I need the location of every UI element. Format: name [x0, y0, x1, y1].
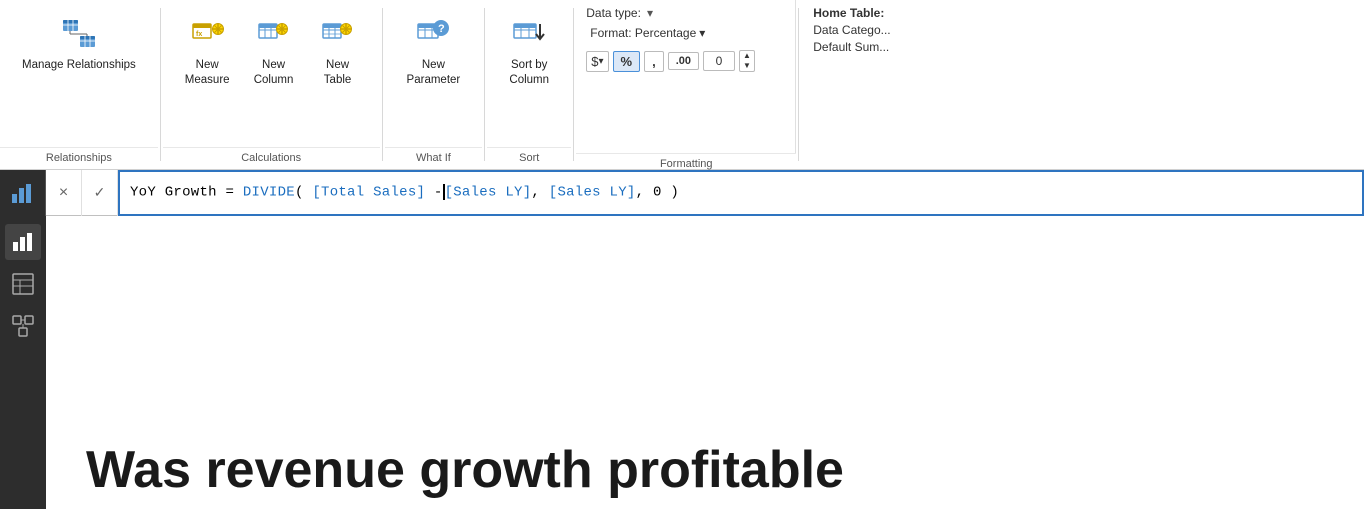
sep5: [798, 8, 799, 161]
formula-function-name: DIVIDE: [243, 185, 295, 201]
sort-by-column-label: Sort byColumn: [509, 58, 549, 88]
main-content: Was revenue growth profitable: [46, 216, 1364, 509]
new-column-button[interactable]: NewColumn: [244, 8, 304, 94]
currency-symbol: $: [591, 54, 598, 69]
formula-minus: -: [425, 185, 442, 201]
manage-relationships-button[interactable]: Manage Relationships: [12, 8, 146, 79]
sep2: [382, 8, 383, 161]
default-sum-label: Default Sum...: [813, 40, 889, 54]
relationships-section: Manage Relationships Relationships: [0, 0, 158, 170]
new-table-label: NewTable: [324, 58, 352, 88]
home-table-section: Home Table: Data Catego... Default Sum..…: [801, 0, 902, 170]
formula-sales-ly-2: [Sales LY]: [549, 185, 636, 201]
sort-by-column-icon: [509, 14, 549, 54]
new-measure-label: NewMeasure: [185, 58, 230, 88]
calculations-section-label: Calculations: [163, 147, 380, 170]
spinner-down[interactable]: ▼: [740, 61, 754, 71]
new-parameter-button[interactable]: ? NewParameter: [397, 8, 471, 94]
sep3: [484, 8, 485, 161]
format-row: Format: Percentage ▾: [586, 24, 785, 42]
formula-bar: × ✓ YoY Growth = DIVIDE( [Total Sales] -…: [0, 170, 1364, 216]
decimal-places-input[interactable]: [703, 51, 735, 71]
percent-button[interactable]: %: [613, 51, 641, 72]
formula-text: YoY Growth = DIVIDE( [Total Sales] -[Sal…: [130, 184, 679, 201]
relationships-section-label: Relationships: [0, 147, 158, 170]
new-measure-icon: fx: [187, 14, 227, 54]
default-sum-row: Default Sum...: [813, 40, 890, 54]
new-column-icon: [254, 14, 294, 54]
left-sidebar: [0, 216, 46, 509]
formula-bar-chart-icon: [0, 170, 46, 216]
formula-comma1: ,: [531, 185, 548, 201]
formula-input[interactable]: YoY Growth = DIVIDE( [Total Sales] -[Sal…: [118, 170, 1364, 216]
formula-confirm-icon: ✓: [94, 184, 106, 201]
data-category-label: Data Catego...: [813, 23, 890, 37]
sep1: [160, 8, 161, 161]
new-parameter-label: NewParameter: [407, 58, 461, 88]
format-buttons-row: $ ▾ % , .00 ▲ ▼: [586, 50, 785, 72]
what-if-section: ? NewParameter What If: [385, 0, 483, 170]
model-view-button[interactable]: [5, 308, 41, 344]
manage-relationships-icon: [59, 14, 99, 54]
format-dropdown-arrow: ▾: [699, 26, 705, 40]
formula-cancel-icon: ×: [59, 184, 68, 202]
main-heading: Was revenue growth profitable: [86, 442, 844, 499]
spinner-up[interactable]: ▲: [740, 51, 754, 61]
sort-section: Sort byColumn Sort: [487, 0, 571, 170]
new-table-button[interactable]: NewTable: [308, 8, 368, 94]
report-view-button[interactable]: [5, 224, 41, 260]
svg-text:fx: fx: [196, 31, 202, 38]
formula-paren-open: (: [295, 185, 312, 201]
new-column-label: NewColumn: [254, 58, 294, 88]
new-measure-button[interactable]: fx NewMeasure: [175, 8, 240, 94]
formula-sales-ly-1: [Sales LY]: [445, 185, 532, 201]
formula-measure-name: YoY Growth =: [130, 185, 243, 201]
decimal-spinner[interactable]: ▲ ▼: [739, 50, 755, 72]
currency-button[interactable]: $ ▾: [586, 51, 608, 72]
home-table-row: Home Table:: [813, 6, 890, 20]
new-parameter-icon: ?: [413, 14, 453, 54]
formatting-section-label: Formatting: [576, 153, 796, 170]
formula-cancel-button[interactable]: ×: [46, 170, 82, 216]
formula-total-sales: [Total Sales]: [312, 185, 425, 201]
manage-relationships-label: Manage Relationships: [22, 58, 136, 73]
data-type-arrow[interactable]: ▾: [647, 6, 653, 20]
model-icon: [12, 315, 34, 337]
svg-text:?: ?: [438, 23, 445, 35]
format-label: Format: Percentage: [590, 26, 696, 40]
formula-end: , 0 ): [636, 185, 679, 201]
data-category-row: Data Catego...: [813, 23, 890, 37]
data-type-row: Data type: ▾: [586, 6, 785, 20]
new-table-icon: [318, 14, 358, 54]
comma-button[interactable]: ,: [644, 51, 664, 72]
ribbon: Manage Relationships Relationships fx: [0, 0, 1364, 170]
table-view-button[interactable]: [5, 266, 41, 302]
sort-by-column-button[interactable]: Sort byColumn: [499, 8, 559, 94]
data-type-label: Data type:: [586, 6, 641, 20]
sort-section-label: Sort: [487, 147, 571, 170]
bar-chart-icon: [12, 231, 34, 253]
table-icon: [12, 273, 34, 295]
currency-arrow: ▾: [598, 56, 603, 67]
formatting-section: Data type: ▾ Format: Percentage ▾ $ ▾ %: [576, 0, 796, 170]
format-dropdown[interactable]: Format: Percentage ▾: [586, 24, 709, 42]
sep4: [573, 8, 574, 161]
decimal-format-button[interactable]: .00: [668, 52, 699, 70]
calculations-section: fx NewMeasure: [163, 0, 380, 170]
what-if-section-label: What If: [385, 147, 483, 170]
home-table-label: Home Table:: [813, 6, 884, 20]
formula-confirm-button[interactable]: ✓: [82, 170, 118, 216]
